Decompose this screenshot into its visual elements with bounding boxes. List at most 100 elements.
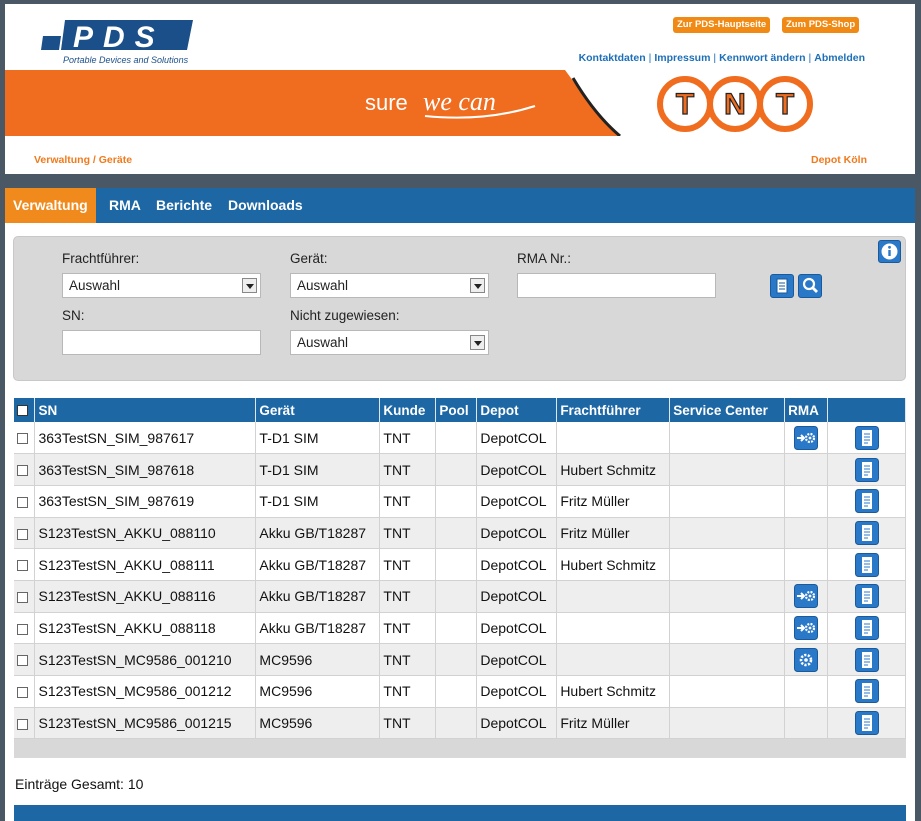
document-icon[interactable] [854, 647, 879, 672]
column-header-frachtfuehrer[interactable]: Frachtführer [556, 398, 671, 422]
row-checkbox[interactable] [17, 560, 28, 572]
chevron-down-icon[interactable] [470, 335, 485, 350]
rma-forward-icon[interactable] [794, 615, 819, 640]
cell-service-center [669, 580, 786, 613]
column-header-geraet[interactable]: Gerät [255, 398, 381, 422]
column-header-pool[interactable]: Pool [435, 398, 478, 422]
pds-logo[interactable]: PDS Portable Devices and Solutions [35, 16, 195, 72]
row-checkbox[interactable] [17, 623, 28, 635]
cell-service-center [669, 517, 786, 550]
row-checkbox[interactable] [17, 655, 28, 667]
document-icon[interactable] [854, 489, 879, 514]
row-select-cell [14, 643, 36, 676]
table-row: 363TestSN_SIM_987618 T-D1 SIM TNT DepotCOL H… [14, 453, 906, 486]
tab-verwaltung[interactable]: Verwaltung [5, 188, 96, 223]
cell-pool [435, 675, 478, 708]
chevron-down-icon[interactable] [470, 278, 485, 293]
frachtfuehrer-select[interactable]: Auswahl [62, 273, 261, 298]
column-header-depot[interactable]: Depot [476, 398, 558, 422]
cell-sn: 363TestSN_SIM_987617 [34, 422, 257, 455]
row-checkbox[interactable] [17, 718, 28, 730]
table-row: S123TestSN_AKKU_088110 Akku GB/T18287 TNT D… [14, 517, 906, 550]
link-kennwort-aendern[interactable]: Kennwort ändern [719, 52, 805, 64]
total-count: Einträge Gesamt: 10 [15, 776, 144, 792]
tab-downloads[interactable]: Downloads [220, 188, 311, 223]
sn-input[interactable] [62, 330, 261, 355]
document-icon[interactable] [854, 552, 879, 577]
rma-forward-icon[interactable] [794, 584, 819, 609]
cell-actions [827, 548, 906, 581]
row-checkbox[interactable] [17, 528, 28, 540]
cell-actions [827, 422, 906, 455]
filter-panel: Frachtführer: Auswahl Gerät: Auswahl RMA… [13, 236, 906, 381]
row-checkbox[interactable] [17, 465, 28, 477]
tab-berichte[interactable]: Berichte [148, 188, 220, 223]
cell-kunde: TNT [379, 612, 437, 645]
chevron-down-icon[interactable] [242, 278, 257, 293]
table-row: S123TestSN_AKKU_088118 Akku GB/T18287 TNT D… [14, 612, 906, 645]
document-icon[interactable] [854, 520, 879, 545]
rma-nr-input[interactable] [517, 273, 716, 298]
row-checkbox[interactable] [17, 687, 28, 699]
row-checkbox[interactable] [17, 433, 28, 445]
top-links: Kontaktdaten | Impressum | Kennwort ändern | A… [578, 52, 865, 64]
pds-homepage-button[interactable]: Zur PDS-Hauptseite [673, 17, 771, 33]
document-icon[interactable] [854, 584, 879, 609]
cell-pool [435, 643, 478, 676]
column-header-service-center[interactable]: Service Center [669, 398, 786, 422]
nicht-zugewiesen-select[interactable]: Auswahl [290, 330, 489, 355]
page-header: PDS Portable Devices and Solutions Zur P… [5, 4, 915, 174]
rma-forward-icon[interactable] [794, 425, 819, 450]
cell-sn: S123TestSN_MC9586_001212 [34, 675, 257, 708]
document-icon[interactable] [854, 679, 879, 704]
cell-actions [827, 675, 906, 708]
cell-rma [784, 580, 829, 613]
cell-kunde: TNT [379, 548, 437, 581]
cell-depot: DepotCOL [476, 517, 558, 550]
select-all-checkbox[interactable] [17, 405, 28, 417]
cell-frachtfuehrer: Hubert Schmitz [556, 675, 671, 708]
row-select-cell [14, 453, 36, 486]
pds-shop-button[interactable]: Zum PDS-Shop [782, 17, 860, 33]
cell-kunde: TNT [379, 580, 437, 613]
document-icon[interactable] [854, 425, 879, 450]
link-abmelden[interactable]: Abmelden [814, 52, 865, 64]
cell-depot: DepotCOL [476, 643, 558, 676]
cell-sn: S123TestSN_AKKU_088111 [34, 548, 257, 581]
document-icon[interactable] [854, 457, 879, 482]
cell-frachtfuehrer [556, 643, 671, 676]
cell-pool [435, 580, 478, 613]
cell-rma [784, 643, 829, 676]
export-icon[interactable] [770, 274, 794, 298]
cell-frachtfuehrer [556, 580, 671, 613]
column-header-rma[interactable]: RMA [784, 398, 829, 422]
cell-actions [827, 517, 906, 550]
document-icon[interactable] [854, 711, 879, 736]
tab-rma[interactable]: RMA [101, 188, 149, 223]
cell-service-center [669, 707, 786, 740]
document-icon[interactable] [854, 615, 879, 640]
cell-pool [435, 485, 478, 518]
geraet-label: Gerät: [290, 251, 328, 266]
cell-depot: DepotCOL [476, 485, 558, 518]
cell-sn: 363TestSN_SIM_987619 [34, 485, 257, 518]
cell-sn: S123TestSN_MC9586_001210 [34, 643, 257, 676]
link-impressum[interactable]: Impressum [654, 52, 710, 64]
rma-gear-icon[interactable] [794, 647, 819, 672]
row-select-cell [14, 580, 36, 613]
cell-frachtfuehrer: Fritz Müller [556, 485, 671, 518]
cell-actions [827, 580, 906, 613]
row-checkbox[interactable] [17, 592, 28, 604]
cell-geraet: Akku GB/T18287 [255, 612, 381, 645]
footer-bar [14, 805, 906, 821]
info-icon[interactable] [878, 240, 901, 263]
geraet-select[interactable]: Auswahl [290, 273, 489, 298]
row-checkbox[interactable] [17, 497, 28, 509]
column-header-sn[interactable]: SN [34, 398, 257, 422]
column-header-kunde[interactable]: Kunde [379, 398, 437, 422]
search-icon[interactable] [798, 274, 822, 298]
row-select-cell [14, 707, 36, 740]
link-kontaktdaten[interactable]: Kontaktdaten [579, 52, 646, 64]
cell-rma [784, 485, 829, 518]
cell-kunde: TNT [379, 675, 437, 708]
